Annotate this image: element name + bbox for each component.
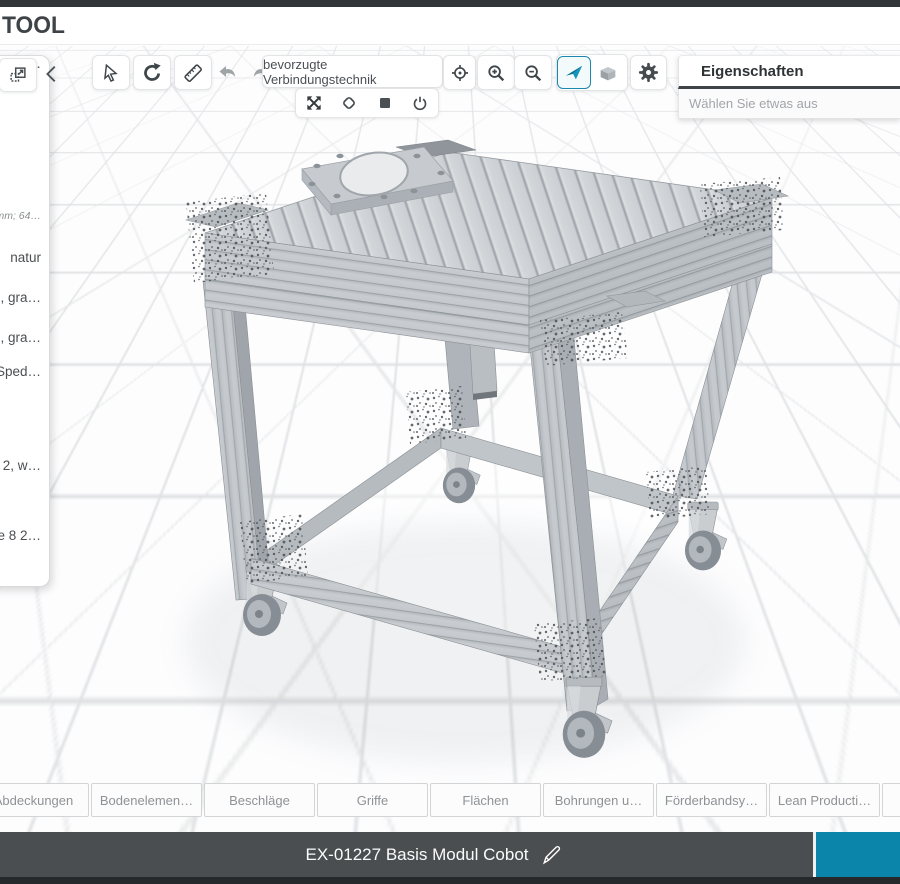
tab-bodenelemente[interactable]: Bodenelemen…	[91, 783, 202, 817]
crosshair-icon	[449, 62, 471, 84]
parts-list-item[interactable]: natur	[10, 250, 41, 265]
rotate-icon	[141, 62, 163, 84]
power-icon	[410, 93, 430, 113]
fly-view-button[interactable]	[557, 56, 591, 89]
parts-list-item[interactable]: , gra…	[0, 290, 41, 305]
parts-list-item[interactable]: , gra…	[0, 330, 41, 345]
select-tool-button[interactable]	[92, 55, 130, 90]
parts-list-panel: mm; 64… natur , gra… , gra… Sped… 2, w… …	[0, 55, 50, 587]
tab-griffe[interactable]: Griffe	[317, 783, 428, 817]
diamond-outline-icon	[339, 93, 359, 113]
face-option-button[interactable]	[375, 93, 395, 113]
collapse-panel-button[interactable]	[39, 61, 65, 87]
view-mode-group	[556, 54, 628, 91]
3d-viewport[interactable]	[0, 44, 900, 884]
zoom-in-button[interactable]	[477, 55, 515, 90]
primary-action-button[interactable]	[816, 832, 900, 877]
tab-foerderbandsysteme[interactable]: Förderbandsy…	[656, 783, 767, 817]
window-top-strip	[0, 0, 900, 7]
connection-technique-dropdown[interactable]: bevorzugte Verbindungstechnik	[262, 55, 443, 88]
gear-icon	[637, 61, 660, 84]
tab-lean-production[interactable]: Lean Producti…	[769, 783, 880, 817]
parts-list-item[interactable]: 2, w…	[3, 458, 41, 473]
parts-list-item[interactable]: mm; 64…	[0, 210, 41, 222]
rotate-view-button[interactable]	[133, 55, 171, 90]
tab-abdeckungen[interactable]: Abdeckungen	[0, 783, 89, 817]
export-button[interactable]	[0, 58, 37, 92]
fit-connectors-button[interactable]	[304, 93, 324, 113]
properties-placeholder: Wählen Sie etwas aus	[678, 89, 900, 119]
zoom-out-icon	[522, 62, 544, 84]
cube-icon	[597, 62, 619, 84]
parts-list-item[interactable]: e 8 2…	[0, 528, 41, 543]
parts-list-item[interactable]: Sped…	[0, 364, 41, 379]
settings-button[interactable]	[630, 55, 667, 90]
chevron-left-icon	[42, 63, 62, 85]
four-arrows-icon	[304, 93, 324, 113]
zoom-out-button[interactable]	[514, 55, 552, 90]
tab-bohrungen[interactable]: Bohrungen u…	[543, 783, 654, 817]
solid-view-button[interactable]	[591, 56, 625, 89]
connection-options-row	[295, 88, 439, 118]
pencil-icon	[541, 844, 563, 866]
bottom-strip	[0, 877, 900, 884]
tab-beschlaege[interactable]: Beschläge	[204, 783, 315, 817]
zoom-in-icon	[485, 62, 507, 84]
undo-icon	[216, 60, 240, 84]
paper-plane-icon	[563, 62, 585, 84]
rename-project-button[interactable]	[541, 844, 563, 866]
export-icon	[7, 64, 29, 86]
project-title: EX-01227 Basis Modul Cobot	[305, 845, 528, 865]
app-header: TOOL	[0, 7, 900, 45]
filled-square-icon	[375, 93, 395, 113]
undo-button[interactable]	[213, 58, 243, 86]
measure-tool-button[interactable]	[174, 55, 212, 90]
properties-panel: Eigenschaften Wählen Sie etwas aus	[678, 55, 900, 119]
power-option-button[interactable]	[410, 93, 430, 113]
app-logo: TOOL	[2, 12, 65, 40]
cursor-icon	[100, 62, 122, 84]
locate-button[interactable]	[443, 55, 476, 90]
ruler-icon	[182, 62, 204, 84]
project-bar: EX-01227 Basis Modul Cobot	[0, 832, 813, 877]
properties-title: Eigenschaften	[678, 55, 900, 89]
tab-flaechen[interactable]: Flächen	[430, 783, 541, 817]
node-option-button[interactable]	[339, 93, 359, 113]
3d-model-cart[interactable]	[0, 44, 900, 884]
tab-arbeitsplatz[interactable]: Ar	[882, 783, 900, 817]
